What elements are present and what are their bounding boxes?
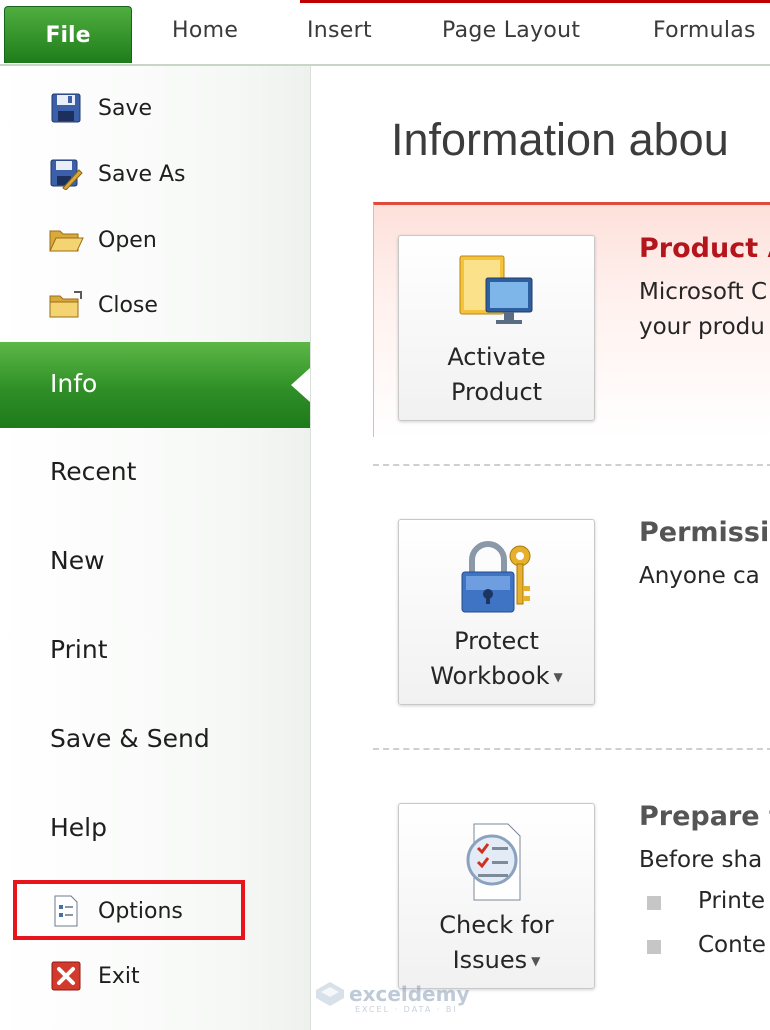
product-activation-text-line-2: your produ	[639, 314, 765, 340]
floppy-disk-icon	[46, 91, 86, 125]
lock-key-icon	[461, 541, 531, 613]
check-for-issues-button[interactable]: Check for Issues ▼	[398, 803, 595, 989]
bullet-marker	[647, 940, 661, 954]
exit-label: Exit	[98, 963, 140, 989]
permissions-heading: Permissio	[639, 517, 770, 548]
product-activation-text-line-1: Microsoft C	[639, 279, 768, 305]
exceldemy-watermark: exceldemy EXCEL · DATA · BI	[315, 981, 470, 1014]
dropdown-arrow-icon: ▼	[553, 669, 563, 684]
tab-formulas[interactable]: Formulas	[653, 18, 756, 43]
new-tab[interactable]: New	[50, 546, 105, 575]
section-divider	[373, 748, 770, 750]
bullet-item-1: Printe	[698, 888, 766, 914]
permissions-text: Anyone ca	[639, 563, 760, 589]
open-folder-icon	[46, 223, 86, 257]
checklist-icon	[466, 823, 521, 901]
product-activation-heading: Product A	[639, 233, 770, 264]
tab-insert[interactable]: Insert	[307, 18, 372, 43]
exit-command[interactable]: Exit	[46, 954, 140, 998]
bullet-item-2: Conte	[698, 932, 766, 958]
activate-product-label: Activate Product	[447, 343, 546, 406]
bullet-marker	[647, 896, 661, 910]
tab-home[interactable]: Home	[172, 18, 238, 43]
check-for-issues-label: Check for Issues ▼	[439, 911, 554, 974]
exceldemy-logo-icon	[316, 982, 344, 1006]
open-label: Open	[98, 227, 157, 253]
close-label: Close	[98, 292, 158, 318]
help-tab[interactable]: Help	[50, 813, 107, 842]
section-divider	[373, 464, 770, 466]
save-as-label: Save As	[98, 161, 186, 187]
recent-tab[interactable]: Recent	[50, 457, 136, 486]
tab-page-layout[interactable]: Page Layout	[442, 18, 580, 43]
exit-icon	[46, 959, 86, 993]
dropdown-arrow-icon: ▼	[531, 953, 541, 968]
save-label: Save	[98, 95, 153, 121]
info-pane: Information abou Activate Product Produc…	[311, 66, 770, 1030]
protect-workbook-button[interactable]: Protect Workbook ▼	[398, 519, 595, 705]
save-and-send-tab[interactable]: Save & Send	[50, 724, 210, 753]
info-tab[interactable]: Info	[0, 342, 310, 428]
close-command[interactable]: Close	[46, 283, 158, 327]
protect-workbook-label: Protect Workbook ▼	[430, 627, 563, 690]
selected-tab-notch	[291, 368, 310, 402]
options-highlight-box	[13, 880, 245, 940]
activate-product-button[interactable]: Activate Product	[398, 235, 595, 421]
prepare-for-sharing-heading: Prepare f	[639, 801, 770, 832]
ribbon-accent-line	[300, 0, 770, 3]
ribbon-tab-bar: File Home Insert Page Layout Formulas	[0, 0, 770, 66]
save-as-command[interactable]: Save As	[46, 152, 186, 196]
info-tab-label: Info	[50, 369, 98, 398]
save-as-icon	[46, 157, 86, 191]
page-title: Information abou	[391, 114, 729, 165]
activate-product-icon	[459, 255, 533, 324]
file-tab[interactable]: File	[4, 6, 132, 63]
close-folder-icon	[46, 288, 86, 322]
watermark-name: exceldemy	[349, 982, 470, 1006]
prepare-for-sharing-text: Before sha	[639, 847, 763, 873]
watermark-tagline: EXCEL · DATA · BI	[355, 1005, 458, 1014]
print-tab[interactable]: Print	[50, 635, 108, 664]
open-command[interactable]: Open	[46, 218, 157, 262]
save-command[interactable]: Save	[46, 86, 152, 130]
